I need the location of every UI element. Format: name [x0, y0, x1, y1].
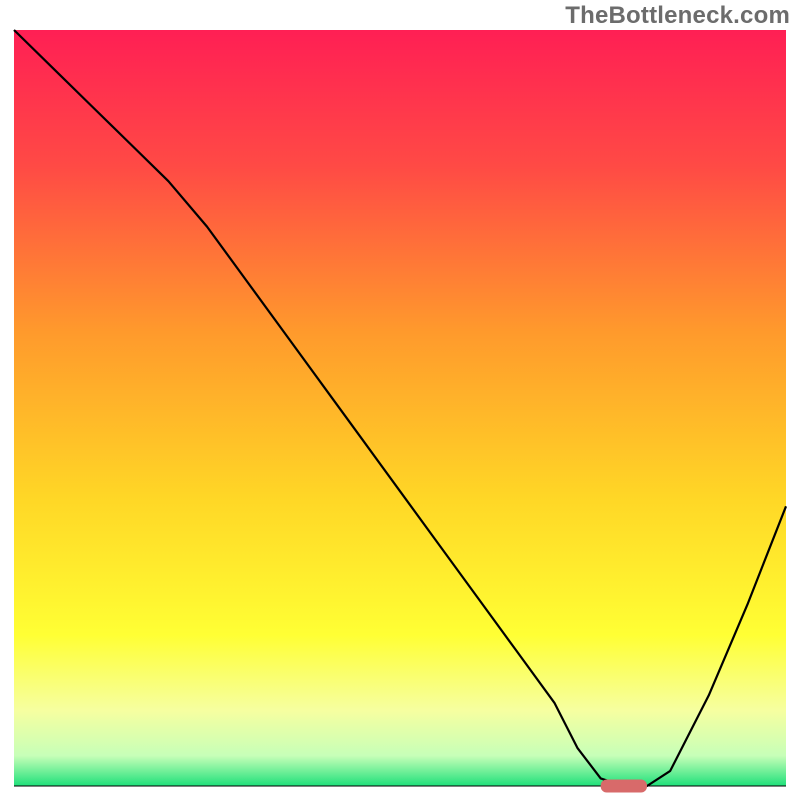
watermark-text: TheBottleneck.com — [565, 2, 790, 30]
optimal-marker — [601, 780, 647, 793]
chart-stage: { "watermark": "TheBottleneck.com", "col… — [0, 0, 800, 800]
chart-svg — [0, 0, 800, 800]
